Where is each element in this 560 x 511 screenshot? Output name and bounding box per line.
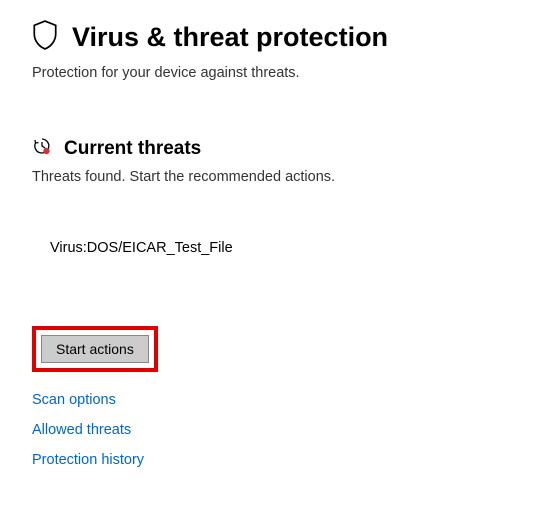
- protection-history-link[interactable]: Protection history: [32, 452, 528, 468]
- allowed-threats-link[interactable]: Allowed threats: [32, 422, 528, 438]
- highlight-annotation: Start actions: [32, 326, 158, 372]
- start-actions-button[interactable]: Start actions: [41, 335, 149, 363]
- current-threats-subtitle: Threats found. Start the recommended act…: [32, 169, 528, 185]
- threat-history-icon: [32, 136, 52, 161]
- threat-item: Virus:DOS/EICAR_Test_File: [50, 240, 528, 256]
- current-threats-header: Current threats: [32, 136, 528, 161]
- page-subtitle: Protection for your device against threa…: [32, 65, 528, 81]
- page-header: Virus & threat protection: [32, 20, 528, 55]
- shield-icon: [32, 20, 58, 55]
- page-title: Virus & threat protection: [72, 22, 388, 53]
- link-list: Scan options Allowed threats Protection …: [32, 392, 528, 468]
- scan-options-link[interactable]: Scan options: [32, 392, 528, 408]
- current-threats-title: Current threats: [64, 138, 201, 160]
